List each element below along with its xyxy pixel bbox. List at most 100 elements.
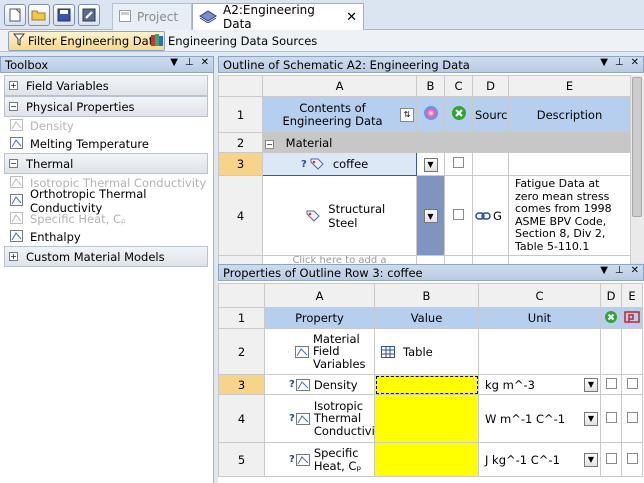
material-name-cell[interactable]: Structural Steel <box>262 175 417 256</box>
contents-header[interactable]: Contents of Engineering Data ⇅ <box>262 96 417 133</box>
chevron-down-icon[interactable]: ▼ <box>584 452 598 467</box>
density-value-input[interactable] <box>374 374 479 395</box>
panel-menu-icon[interactable]: ▼ <box>600 57 608 68</box>
material-dropdown-cell[interactable]: ▼ <box>416 175 445 256</box>
suppress-checkbox[interactable] <box>605 452 617 464</box>
column-header-d[interactable]: D <box>600 283 622 308</box>
new-project-button[interactable] <box>4 4 26 26</box>
column-header-c[interactable]: C <box>444 75 473 97</box>
close-panel-icon[interactable]: ✕ <box>631 57 639 68</box>
pin-icon[interactable]: ⊥ <box>615 265 624 276</box>
unit-cell[interactable] <box>478 328 601 375</box>
parameter-checkbox[interactable] <box>626 377 638 389</box>
suppress-checkbox-cell[interactable] <box>444 152 473 176</box>
group-field-variables[interactable]: + Field Variables <box>4 75 208 96</box>
pin-icon[interactable]: ⊥ <box>615 57 624 68</box>
group-thermal[interactable]: − Thermal <box>4 153 208 174</box>
group-custom-material-models[interactable]: + Custom Material Models <box>4 246 208 267</box>
source-cell[interactable] <box>472 152 509 176</box>
close-panel-icon[interactable]: ✕ <box>631 265 639 276</box>
suppress-header[interactable] <box>444 96 473 133</box>
save-button[interactable] <box>53 4 75 26</box>
description-cell[interactable]: Fatigue Data at zero mean stress comes f… <box>508 175 631 256</box>
panel-menu-icon[interactable]: ▼ <box>600 265 608 276</box>
column-header-b[interactable]: B <box>416 75 445 97</box>
column-header-c[interactable]: C <box>478 283 601 308</box>
row-number[interactable]: 4 <box>218 175 263 256</box>
toolbox-item-melting-temperature[interactable]: Melting Temperature <box>0 135 212 153</box>
chevron-down-icon[interactable]: ▼ <box>423 209 438 224</box>
value-header[interactable]: Value <box>374 307 479 329</box>
group-physical-properties[interactable]: − Physical Properties <box>4 96 208 117</box>
toolbox-item-orthotropic-thermal-conductivity[interactable]: Orthotropic Thermal Conductivity <box>0 187 212 215</box>
tab-project[interactable]: Project <box>112 3 192 30</box>
collapse-icon[interactable]: − <box>265 139 274 149</box>
suppress-checkbox-cell[interactable] <box>600 374 622 395</box>
filter-engineering-data-button[interactable]: Filter Engineering Data <box>8 31 166 51</box>
column-header-a[interactable]: A <box>264 283 375 308</box>
chevron-down-icon[interactable]: ▼ <box>584 377 598 392</box>
column-header-e[interactable]: E <box>508 75 631 97</box>
color-header[interactable] <box>416 96 445 133</box>
property-row-specific-heat[interactable]: 5 ? Specific Heat, Cₚ J kg^-1 C^-1 ▼ <box>218 442 643 477</box>
row-number[interactable]: 1 <box>218 96 263 133</box>
property-name-cell[interactable]: Material Field Variables <box>264 328 375 375</box>
property-name-cell[interactable]: ? Density <box>264 374 375 395</box>
description-header[interactable]: Description <box>508 96 631 133</box>
material-section-header[interactable]: − Material <box>262 132 631 153</box>
outline-row-coffee[interactable]: 3 ? coffee ▼ <box>218 152 631 176</box>
column-header-e[interactable]: E <box>621 283 643 308</box>
expand-icon[interactable]: + <box>9 252 18 261</box>
expand-icon[interactable]: + <box>9 81 18 90</box>
description-cell[interactable] <box>508 152 631 176</box>
row-number[interactable]: 2 <box>218 328 265 375</box>
unit-cell[interactable]: W m^-1 C^-1 ▼ <box>478 394 601 443</box>
suppress-checkbox[interactable] <box>605 411 617 423</box>
close-tab-icon[interactable]: ✕ <box>346 10 357 25</box>
source-header[interactable]: Source <box>472 96 509 133</box>
pin-icon[interactable]: ⊥ <box>185 57 194 68</box>
save-as-button[interactable] <box>78 4 100 26</box>
column-header-b[interactable]: B <box>374 283 479 308</box>
suppress-checkbox-cell[interactable] <box>444 175 473 256</box>
value-cell[interactable]: Table <box>374 328 479 375</box>
property-name-cell[interactable]: ? Specific Heat, Cₚ <box>264 442 375 477</box>
row-number[interactable]: 4 <box>218 394 265 443</box>
parameter-header[interactable] <box>621 307 643 329</box>
column-header-d[interactable]: D <box>472 75 509 97</box>
toolbox-item-density[interactable]: Density <box>0 117 212 135</box>
close-panel-icon[interactable]: ✕ <box>201 57 209 68</box>
property-row-isotropic-thermal-conductivity[interactable]: 4 ? Isotropic Thermal Conductivity W m^-… <box>218 394 643 443</box>
suppress-checkbox-cell[interactable] <box>600 394 622 443</box>
row-number[interactable]: 1 <box>218 307 265 329</box>
property-name-cell[interactable]: ? Isotropic Thermal Conductivity <box>264 394 375 443</box>
parameter-checkbox-cell[interactable] <box>621 394 643 443</box>
outline-row-structural-steel[interactable]: 4 Structural Steel ▼ G Fatigue Data at z… <box>218 175 631 256</box>
parameter-checkbox-cell[interactable] <box>621 442 643 477</box>
parameter-checkbox[interactable] <box>626 452 638 464</box>
chevron-down-icon[interactable]: ▼ <box>584 411 598 426</box>
row-number[interactable]: 3 <box>218 374 265 395</box>
suppress-checkbox[interactable] <box>453 157 464 168</box>
unit-cell[interactable]: kg m^-3 ▼ <box>478 374 601 395</box>
suppress-header[interactable] <box>600 307 622 329</box>
collapse-icon[interactable]: − <box>9 159 18 168</box>
corner-cell[interactable] <box>218 283 265 308</box>
toolbox-item-enthalpy[interactable]: Enthalpy <box>0 228 212 246</box>
suppress-checkbox[interactable] <box>605 377 617 389</box>
engineering-data-sources-button[interactable]: Engineering Data Sources <box>146 31 321 51</box>
source-cell[interactable]: G <box>472 175 509 256</box>
material-name-cell[interactable]: ? coffee <box>262 152 417 176</box>
open-button[interactable] <box>28 4 50 26</box>
row-number[interactable]: 3 <box>218 152 263 176</box>
row-number[interactable]: 5 <box>218 442 265 477</box>
collapse-icon[interactable]: − <box>9 102 18 111</box>
tab-engineering-data[interactable]: A2:Engineering Data ✕ <box>192 3 364 31</box>
unit-cell[interactable]: J kg^-1 C^-1 ▼ <box>478 442 601 477</box>
conductivity-value-input[interactable] <box>374 394 479 443</box>
property-row-field-variables[interactable]: 2 Material Field Variables Table <box>218 328 643 375</box>
row-number[interactable]: 2 <box>218 132 263 153</box>
property-row-density[interactable]: 3 ? Density kg m^-3 ▼ <box>218 374 643 395</box>
suppress-checkbox-cell[interactable] <box>600 442 622 477</box>
property-header[interactable]: Property <box>264 307 375 329</box>
